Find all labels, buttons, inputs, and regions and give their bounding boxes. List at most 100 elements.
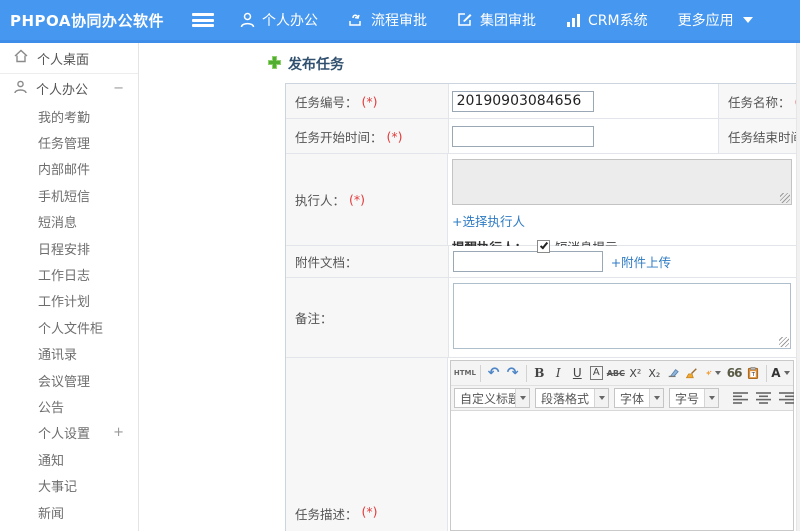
font-color-button[interactable]: A bbox=[771, 363, 790, 383]
underline-button[interactable]: U bbox=[568, 363, 586, 383]
resize-grip[interactable] bbox=[780, 193, 790, 203]
align-right-icon[interactable] bbox=[776, 388, 796, 408]
user-icon bbox=[14, 80, 27, 98]
main-content: 发布任务 任务编号：(*) 任务名称：(*) 任务开始时间：(*) 任务结束时 bbox=[139, 43, 796, 531]
bar-chart-icon bbox=[566, 13, 581, 28]
nav-workflow-approval[interactable]: 流程审批 bbox=[348, 10, 427, 30]
editor-toolbar-row2: 自定义标题 段落格式 字体 字号 bbox=[451, 386, 796, 411]
sidebar-submenu-item[interactable]: 个人设置 + bbox=[0, 420, 138, 446]
paragraph-format-select[interactable]: 段落格式 bbox=[535, 388, 610, 408]
paste-text-icon[interactable]: T bbox=[744, 363, 762, 383]
nav-group-approval[interactable]: 集团审批 bbox=[457, 10, 536, 30]
chevron-down-icon bbox=[742, 17, 753, 23]
sidebar-submenu-item[interactable]: 个人文件柜 bbox=[0, 314, 138, 340]
page-title: 发布任务 bbox=[267, 54, 344, 74]
sidebar-submenu-item[interactable]: 通知 bbox=[0, 446, 138, 472]
auto-typeset-icon[interactable] bbox=[702, 363, 724, 383]
app-header: PHPOA协同办公软件 个人办公 流程审批 集团审批 CRM系统 更多应用 bbox=[0, 0, 800, 40]
custom-title-select[interactable]: 自定义标题 bbox=[454, 388, 530, 408]
sidebar-submenu-item[interactable]: 内部邮件 bbox=[0, 156, 138, 182]
editor-content-area[interactable] bbox=[451, 411, 793, 530]
row-remark: 备注： bbox=[286, 277, 796, 357]
task-name-label: 任务名称：(*) bbox=[719, 84, 796, 118]
edit-square-icon bbox=[457, 12, 473, 28]
bold-button[interactable]: B bbox=[530, 363, 548, 383]
expand-icon: + bbox=[113, 425, 124, 441]
strikethrough-button[interactable]: ABC bbox=[606, 363, 625, 383]
vertical-scrollbar[interactable] bbox=[796, 43, 800, 531]
sidebar-submenu-item[interactable]: 任务管理 bbox=[0, 129, 138, 155]
remark-label: 备注： bbox=[286, 278, 449, 357]
redo-icon[interactable]: ↷ bbox=[504, 363, 522, 383]
description-label: 任务描述： (*) bbox=[286, 358, 448, 531]
nav-more-apps[interactable]: 更多应用 bbox=[678, 10, 753, 30]
add-task-icon bbox=[267, 55, 282, 74]
start-time-input[interactable] bbox=[451, 125, 594, 147]
check-icon bbox=[539, 240, 549, 250]
align-left-icon[interactable] bbox=[730, 388, 751, 408]
row-executor: 执行人：(*) +选择执行人 提醒执行人： 短消息提示 bbox=[286, 153, 796, 255]
chevron-down-icon bbox=[653, 396, 660, 400]
subscript-button[interactable]: X₂ bbox=[645, 363, 663, 383]
menu-toggle-icon[interactable] bbox=[192, 13, 214, 27]
align-center-icon[interactable] bbox=[753, 388, 774, 408]
font-style-button[interactable]: A bbox=[587, 363, 605, 383]
sms-remind-checkbox[interactable] bbox=[537, 240, 551, 253]
italic-button[interactable]: I bbox=[549, 363, 567, 383]
collapse-icon[interactable]: − bbox=[113, 81, 124, 96]
attachment-input[interactable] bbox=[452, 251, 603, 272]
sidebar-submenu-item[interactable]: 日程安排 bbox=[0, 235, 138, 261]
sidebar-submenu-item[interactable]: 我的考勤 bbox=[0, 103, 138, 129]
resize-grip[interactable] bbox=[778, 337, 789, 347]
sidebar-submenu-item[interactable]: 短消息 bbox=[0, 209, 138, 235]
row-task-number: 任务编号：(*) 任务名称：(*) bbox=[286, 84, 796, 118]
attachment-label: 附件文档： bbox=[286, 246, 449, 277]
nav-personal-office[interactable]: 个人办公 bbox=[240, 10, 318, 30]
user-icon bbox=[240, 12, 255, 28]
row-description: 任务描述： (*) HTML ↶ ↷ B I U A ABC X² X₂ 66 … bbox=[286, 357, 796, 531]
sidebar-submenu: 我的考勤 任务管理 内部邮件 手机短信 短消息 日程安排 工作日志 工作计划 个… bbox=[0, 103, 138, 525]
top-nav: 个人办公 流程审批 集团审批 CRM系统 更多应用 bbox=[240, 10, 783, 30]
chevron-down-icon bbox=[598, 396, 605, 400]
executor-textarea[interactable] bbox=[452, 159, 792, 205]
app-logo: PHPOA协同办公软件 bbox=[10, 11, 164, 30]
sidebar-submenu-item[interactable]: 手机短信 bbox=[0, 182, 138, 208]
attachment-upload-link[interactable]: +附件上传 bbox=[611, 252, 671, 271]
sidebar-submenu-item[interactable]: 公告 bbox=[0, 393, 138, 419]
sidebar-submenu-item[interactable]: 大事记 bbox=[0, 472, 138, 498]
task-number-label: 任务编号： (*) bbox=[286, 84, 449, 118]
sidebar-item-personal-office[interactable]: 个人办公 − bbox=[0, 74, 138, 103]
svg-text:T: T bbox=[751, 372, 756, 378]
chevron-down-icon bbox=[715, 371, 722, 375]
rich-text-editor: HTML ↶ ↷ B I U A ABC X² X₂ 66 T A 自定义标题 … bbox=[450, 360, 796, 531]
editor-toolbar-row1: HTML ↶ ↷ B I U A ABC X² X₂ 66 T A bbox=[451, 361, 793, 386]
chevron-down-icon bbox=[519, 396, 526, 400]
choose-executor-link[interactable]: +选择执行人 bbox=[452, 214, 525, 229]
chevron-down-icon bbox=[708, 396, 715, 400]
sidebar-submenu-item[interactable]: 工作日志 bbox=[0, 261, 138, 287]
start-time-label: 任务开始时间： (*) bbox=[286, 119, 449, 153]
undo-icon[interactable]: ↶ bbox=[485, 363, 503, 383]
eraser-icon[interactable] bbox=[664, 363, 682, 383]
font-size-select[interactable]: 字号 bbox=[669, 388, 720, 408]
task-number-input[interactable] bbox=[451, 90, 594, 112]
clean-format-broom-icon[interactable] bbox=[683, 363, 701, 383]
sidebar-submenu-item[interactable]: 通讯录 bbox=[0, 341, 138, 367]
sidebar-submenu-item[interactable]: 工作计划 bbox=[0, 288, 138, 314]
workflow-export-icon bbox=[348, 12, 364, 28]
remark-textarea[interactable] bbox=[452, 283, 791, 349]
sidebar-submenu-item[interactable]: 会议管理 bbox=[0, 367, 138, 393]
executor-label: 执行人： (*) bbox=[286, 154, 448, 245]
home-icon bbox=[14, 49, 28, 67]
sidebar-item-desktop[interactable]: 个人桌面 bbox=[0, 43, 138, 73]
blockquote-button[interactable]: 66 bbox=[725, 363, 743, 383]
sidebar-submenu-item[interactable]: 新闻 bbox=[0, 499, 138, 525]
row-task-start-time: 任务开始时间：(*) 任务结束时间：(*) bbox=[286, 118, 796, 153]
html-source-button[interactable]: HTML bbox=[454, 363, 476, 383]
nav-crm-system[interactable]: CRM系统 bbox=[566, 10, 648, 30]
chevron-down-icon bbox=[783, 371, 790, 375]
end-time-label: 任务结束时间：(*) bbox=[719, 119, 796, 153]
sidebar: 个人桌面 个人办公 − 我的考勤 任务管理 内部邮件 手机短信 短消息 日程安排… bbox=[0, 43, 139, 531]
superscript-button[interactable]: X² bbox=[626, 363, 644, 383]
font-family-select[interactable]: 字体 bbox=[614, 388, 665, 408]
